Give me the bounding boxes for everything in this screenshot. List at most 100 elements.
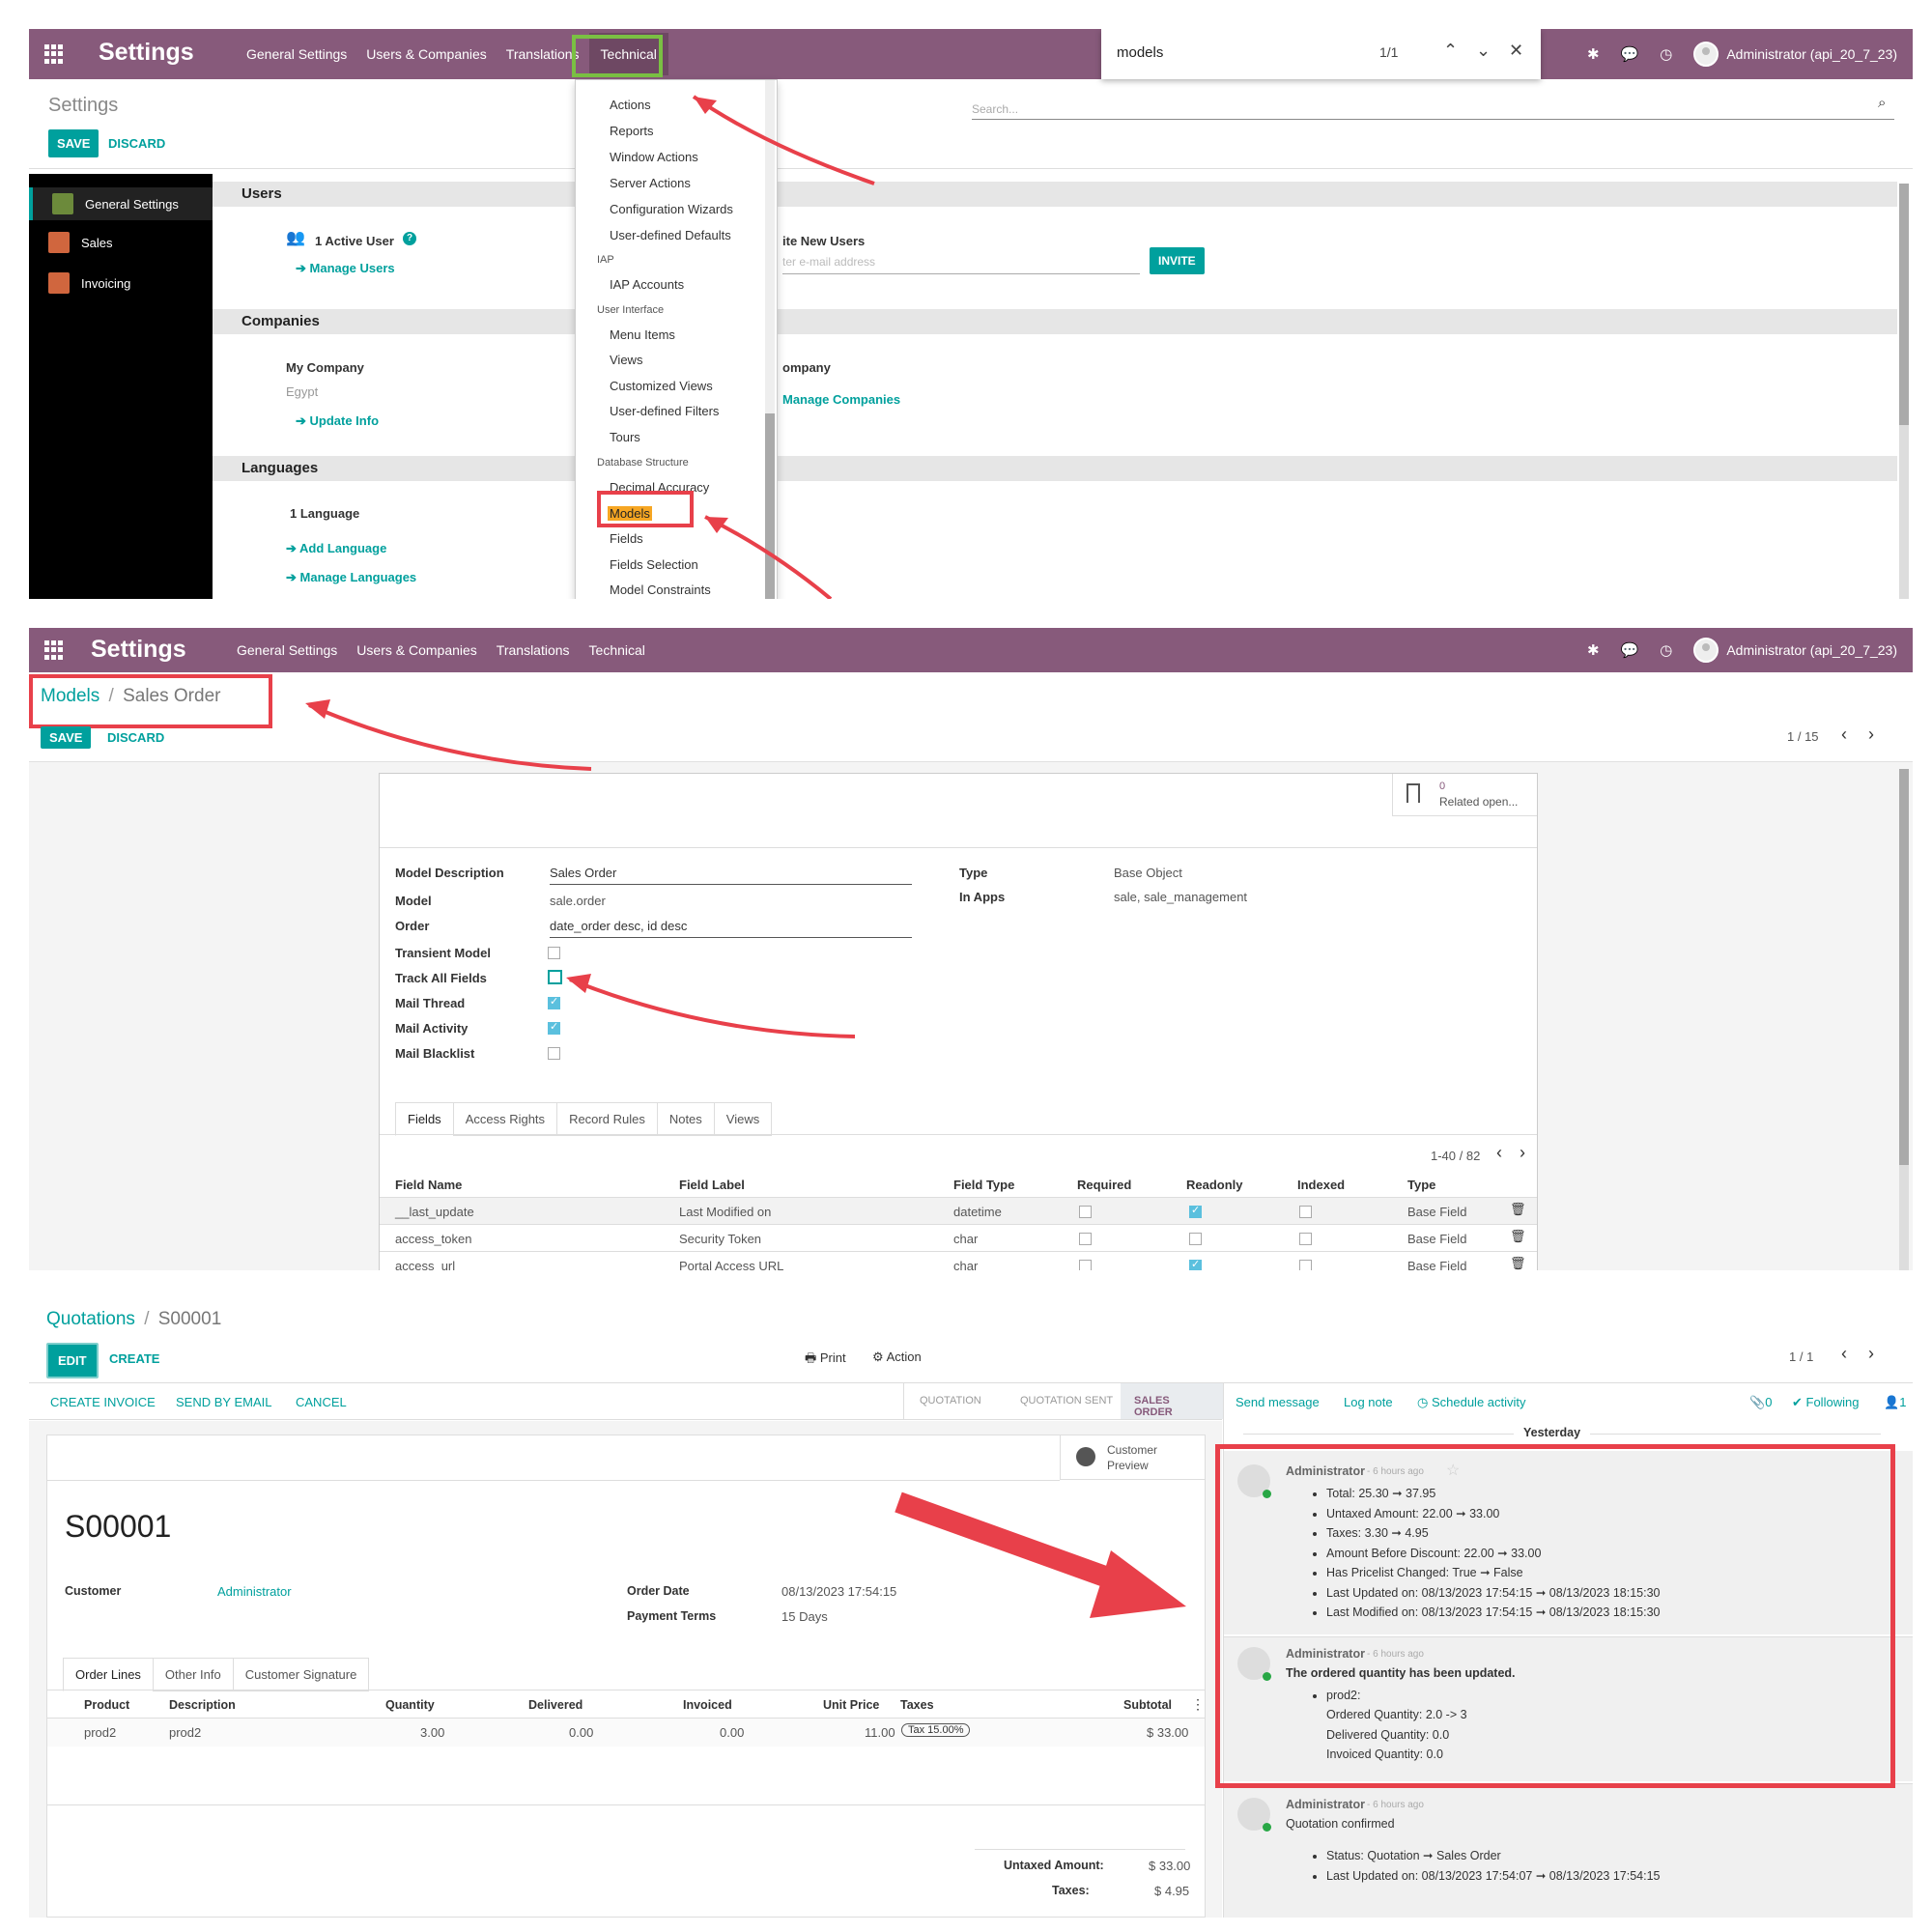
table-row[interactable]: prod2 prod2 3.00 0.00 0.00 11.00 Tax 15.…: [47, 1718, 1205, 1747]
print-button[interactable]: 🖶 Print: [805, 1350, 846, 1371]
col-unit-price[interactable]: Unit Price: [823, 1698, 879, 1712]
col-quantity[interactable]: Quantity: [385, 1698, 435, 1712]
col-field-label[interactable]: Field Label: [679, 1178, 745, 1192]
list-prev-icon[interactable]: ‹: [1496, 1143, 1502, 1163]
list-next-icon[interactable]: ›: [1520, 1143, 1525, 1163]
order-input[interactable]: date_order desc, id desc: [550, 919, 912, 938]
add-language-link[interactable]: ➔ Add Language: [286, 541, 386, 556]
update-info-link[interactable]: ➔ Update Info: [296, 413, 379, 429]
prev-record-icon[interactable]: ‹: [1841, 724, 1847, 745]
search-icon[interactable]: ⌕: [1878, 95, 1886, 111]
mail-activity-checkbox[interactable]: [548, 1020, 560, 1035]
next-record-icon[interactable]: ›: [1868, 1344, 1874, 1364]
edit-button[interactable]: EDIT: [46, 1343, 99, 1378]
send-message-button[interactable]: Send message: [1236, 1395, 1320, 1409]
col-taxes[interactable]: Taxes: [900, 1698, 934, 1712]
col-field-name[interactable]: Field Name: [395, 1178, 462, 1192]
dd-user-filters[interactable]: User-defined Filters: [610, 404, 719, 418]
transient-model-checkbox[interactable]: [548, 947, 560, 959]
dd-server-actions[interactable]: Server Actions: [610, 176, 691, 190]
dd-menu-items[interactable]: Menu Items: [610, 327, 675, 342]
breadcrumb-quotations[interactable]: Quotations: [46, 1309, 135, 1329]
dd-window-actions[interactable]: Window Actions: [610, 150, 698, 164]
col-type[interactable]: Type: [1407, 1178, 1435, 1192]
bug-icon[interactable]: ✱: [1587, 45, 1600, 63]
discard-button[interactable]: DISCARD: [108, 136, 165, 151]
model-description-input[interactable]: Sales Order: [550, 866, 912, 885]
dropdown-scroll-thumb[interactable]: [765, 413, 775, 599]
discard-button[interactable]: DISCARD: [107, 730, 164, 745]
search-input[interactable]: Search...: [972, 97, 1894, 120]
table-row[interactable]: access_url Portal Access URL char Base F…: [380, 1251, 1537, 1270]
chat-icon[interactable]: 💬: [1621, 45, 1639, 63]
sidebar-item-general-settings[interactable]: General Settings: [29, 187, 213, 220]
followers-button[interactable]: 👤1: [1884, 1395, 1906, 1410]
chat-icon[interactable]: 💬: [1621, 641, 1639, 659]
invite-email-input[interactable]: ter e-mail address: [782, 255, 1140, 274]
col-readonly[interactable]: Readonly: [1186, 1178, 1243, 1192]
log-note-button[interactable]: Log note: [1344, 1395, 1393, 1409]
dd-fields-selection[interactable]: Fields Selection: [610, 557, 698, 572]
send-by-email-button[interactable]: SEND BY EMAIL: [176, 1395, 271, 1409]
trash-icon[interactable]: 🗑: [1510, 1256, 1526, 1270]
tab-notes[interactable]: Notes: [656, 1102, 715, 1136]
help-icon[interactable]: ?: [403, 232, 416, 245]
find-close-icon[interactable]: ✕: [1509, 41, 1523, 61]
menu-general-settings[interactable]: General Settings: [237, 46, 356, 62]
mail-thread-checkbox[interactable]: [548, 995, 560, 1009]
clock-icon[interactable]: ◷: [1660, 641, 1672, 659]
dd-config-wizards[interactable]: Configuration Wizards: [610, 202, 733, 216]
status-quotation[interactable]: QUOTATION: [903, 1383, 997, 1419]
col-indexed[interactable]: Indexed: [1297, 1178, 1345, 1192]
menu-translations[interactable]: Translations: [487, 642, 580, 658]
menu-technical[interactable]: Technical: [580, 642, 655, 658]
trash-icon[interactable]: 🗑: [1510, 1202, 1526, 1217]
create-button[interactable]: CREATE: [109, 1351, 159, 1366]
prev-record-icon[interactable]: ‹: [1841, 1344, 1847, 1364]
invite-button[interactable]: INVITE: [1150, 247, 1205, 274]
trash-icon[interactable]: 🗑: [1510, 1229, 1526, 1244]
apps-grid-icon[interactable]: [44, 44, 64, 64]
user-menu[interactable]: Administrator (api_20_7_23): [1693, 42, 1897, 67]
create-invoice-button[interactable]: CREATE INVOICE: [50, 1395, 156, 1409]
tab-other-info[interactable]: Other Info: [152, 1658, 234, 1691]
customer-link[interactable]: Administrator: [217, 1584, 292, 1599]
table-row[interactable]: __last_update Last Modified on datetime …: [380, 1197, 1537, 1224]
following-button[interactable]: ✔ Following: [1792, 1395, 1859, 1410]
tab-access-rights[interactable]: Access Rights: [452, 1102, 558, 1136]
status-quotation-sent[interactable]: QUOTATION SENT: [1005, 1383, 1128, 1419]
col-required[interactable]: Required: [1077, 1178, 1131, 1192]
tab-fields[interactable]: Fields: [395, 1102, 454, 1136]
manage-companies-link[interactable]: Manage Companies: [782, 392, 900, 407]
sidebar-item-sales[interactable]: Sales: [48, 232, 113, 253]
tab-customer-signature[interactable]: Customer Signature: [232, 1658, 370, 1691]
col-product[interactable]: Product: [84, 1698, 129, 1712]
tab-views[interactable]: Views: [713, 1102, 773, 1136]
find-input[interactable]: models: [1117, 44, 1163, 61]
mail-blacklist-checkbox[interactable]: [548, 1047, 560, 1060]
form-scrollbar[interactable]: [1899, 769, 1909, 1270]
next-record-icon[interactable]: ›: [1868, 724, 1874, 745]
save-button[interactable]: SAVE: [48, 129, 99, 157]
track-all-fields-checkbox[interactable]: [548, 970, 562, 984]
save-button[interactable]: SAVE: [41, 726, 92, 749]
settings-scrollbar[interactable]: [1899, 184, 1909, 599]
schedule-activity-button[interactable]: ◷ Schedule activity: [1417, 1395, 1526, 1410]
bug-icon[interactable]: ✱: [1587, 641, 1600, 659]
dd-actions[interactable]: Actions: [610, 98, 651, 112]
dd-model-constraints[interactable]: Model Constraints: [610, 582, 711, 597]
col-subtotal[interactable]: Subtotal: [1123, 1698, 1172, 1712]
find-next-icon[interactable]: ⌄: [1476, 41, 1491, 61]
table-row[interactable]: access_token Security Token char Base Fi…: [380, 1224, 1537, 1251]
apps-grid-icon[interactable]: [44, 640, 64, 660]
manage-users-link[interactable]: ➔ Manage Users: [296, 261, 395, 276]
status-sales-order[interactable]: SALES ORDER: [1121, 1383, 1223, 1419]
find-prev-icon[interactable]: ⌃: [1443, 41, 1458, 61]
dd-customized-views[interactable]: Customized Views: [610, 379, 713, 393]
user-menu[interactable]: Administrator (api_20_7_23): [1693, 638, 1897, 663]
attachments-button[interactable]: 📎0: [1749, 1395, 1772, 1410]
manage-languages-link[interactable]: ➔ Manage Languages: [286, 570, 416, 585]
sidebar-item-invoicing[interactable]: Invoicing: [48, 272, 130, 294]
col-description[interactable]: Description: [169, 1698, 236, 1712]
customer-preview-button[interactable]: Customer Preview: [1060, 1435, 1205, 1480]
